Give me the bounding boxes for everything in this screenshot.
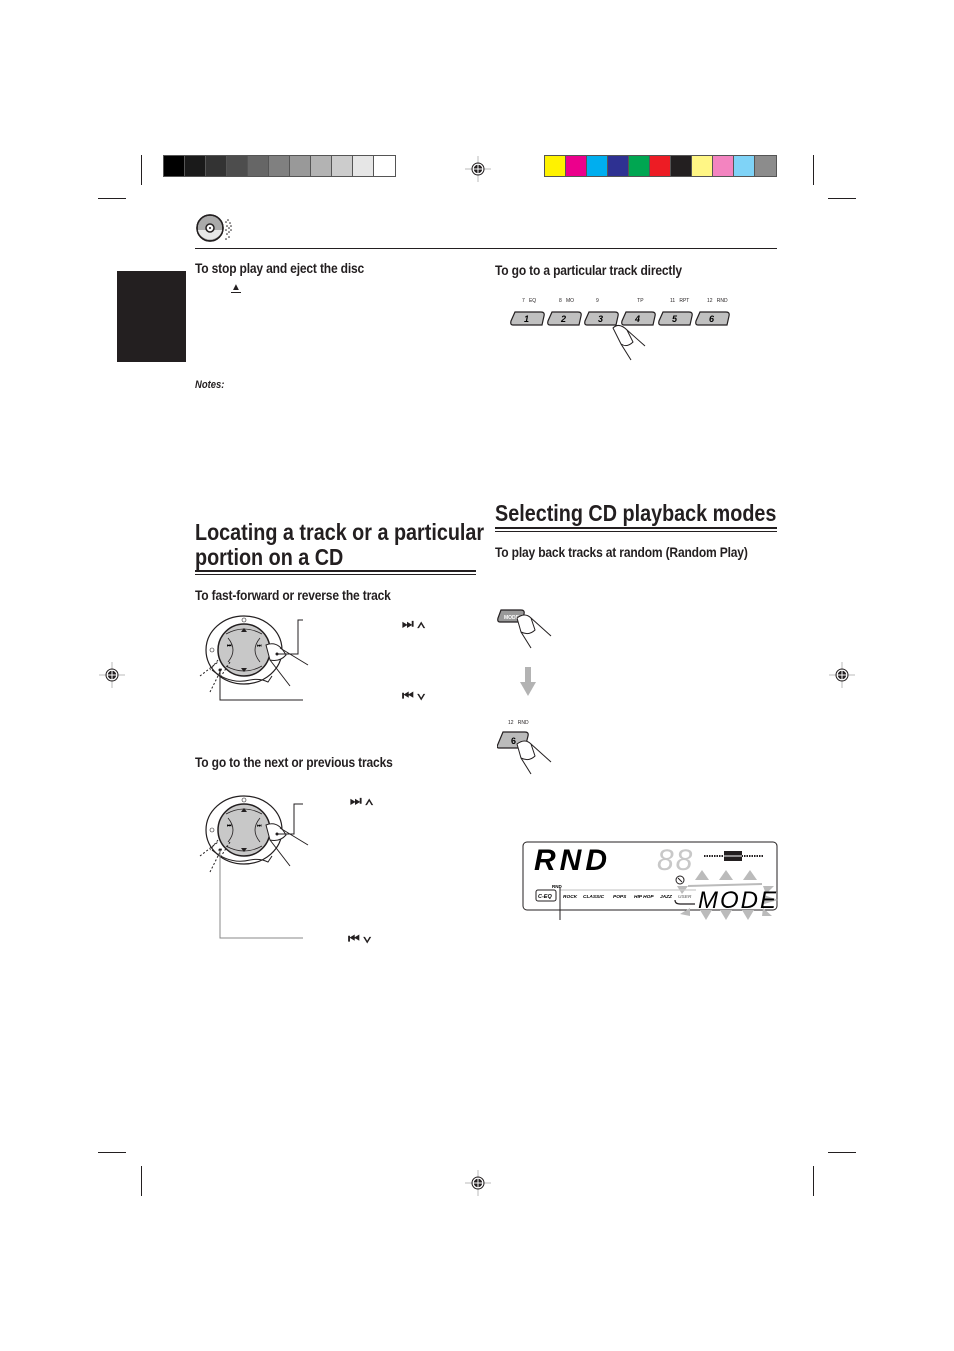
registration-mark-icon bbox=[465, 1170, 491, 1196]
rnd-button-top-label: 12 RND bbox=[508, 720, 529, 726]
grayscale-swatch bbox=[248, 156, 269, 176]
grayscale-swatch bbox=[185, 156, 206, 176]
language-tab bbox=[117, 271, 186, 362]
process-color-swatch bbox=[650, 156, 671, 176]
preset-button-top-label: 8 MO bbox=[559, 298, 575, 304]
crop-mark bbox=[813, 155, 814, 185]
process-color-swatch bbox=[566, 156, 587, 176]
grayscale-swatch bbox=[353, 156, 374, 176]
eq-mode-classic: CLASSIC bbox=[583, 894, 605, 900]
direct-track-heading: To go to a particular track directly bbox=[495, 262, 682, 278]
process-color-swatch bbox=[629, 156, 650, 176]
process-color-swatch bbox=[587, 156, 608, 176]
eq-mode-jazz: JAZZ bbox=[660, 894, 673, 900]
eq-mode-user: USER bbox=[678, 894, 692, 900]
grayscale-swatch bbox=[164, 156, 185, 176]
preset-button-number: 2 bbox=[560, 314, 566, 324]
process-color-swatch bbox=[713, 156, 734, 176]
process-color-swatch bbox=[545, 156, 566, 176]
grayscale-swatch bbox=[290, 156, 311, 176]
ceq-label: C-EQ bbox=[538, 894, 552, 900]
eject-icon: ▲ bbox=[231, 282, 241, 293]
process-color-swatch bbox=[608, 156, 629, 176]
lcd-digits: 88 bbox=[657, 844, 694, 877]
preset-button-top-label: 7 EQ bbox=[522, 298, 537, 304]
down-arrow-icon bbox=[520, 667, 536, 696]
grayscale-swatch bbox=[206, 156, 227, 176]
forward-button-symbol: ⏭ ∧ bbox=[402, 616, 426, 631]
registration-mark-icon bbox=[99, 662, 125, 688]
control-dial-illustration: ⏮ ⏭ bbox=[199, 795, 309, 939]
eq-mode-rock: ROCK bbox=[563, 894, 578, 900]
notes-label: Notes: bbox=[195, 379, 225, 391]
process-color-bar bbox=[544, 155, 777, 177]
process-color-swatch bbox=[671, 156, 692, 176]
preset-button-top-label: TP bbox=[633, 298, 644, 304]
reverse-button-symbol: ⏮ ∨ bbox=[402, 688, 426, 703]
preset-button-top-label: 9 bbox=[596, 298, 603, 304]
preset-button-top-label: 12 RND bbox=[707, 298, 728, 304]
svg-text:⏮: ⏮ bbox=[227, 823, 232, 829]
preset-button-top-label: 11 RPT bbox=[670, 298, 690, 304]
crop-mark bbox=[141, 155, 142, 185]
registration-mark-icon bbox=[465, 156, 491, 182]
lcd-mode-text: MODE bbox=[698, 887, 778, 914]
svg-text:⏭: ⏭ bbox=[257, 823, 262, 829]
locating-title-line2: portion on a CD bbox=[195, 544, 344, 570]
control-dial-illustration: ⏮ ⏭ bbox=[199, 615, 309, 701]
crop-mark bbox=[828, 1152, 856, 1153]
svg-text:⏭: ⏭ bbox=[257, 643, 262, 649]
next-previous-heading: To go to the next or previous tracks bbox=[195, 754, 393, 770]
grayscale-swatch bbox=[227, 156, 248, 176]
preset-button-number: 1 bbox=[524, 314, 529, 324]
crop-mark bbox=[98, 198, 126, 199]
finger-press-illustration bbox=[612, 324, 646, 361]
locating-title-line1: Locating a track or a particular bbox=[195, 519, 485, 545]
lcd-display: RND 88 MODE RND C-EQ ROCK CLASSIC POPS H… bbox=[522, 841, 778, 920]
grayscale-swatch bbox=[332, 156, 353, 176]
process-color-swatch bbox=[755, 156, 776, 176]
grayscale-color-bar bbox=[163, 155, 396, 177]
eq-mode-hiphop: HIP HOP bbox=[634, 894, 654, 900]
rnd-indicator: RND bbox=[552, 884, 562, 889]
crop-mark bbox=[813, 1166, 814, 1196]
preset-button-number: 3 bbox=[598, 314, 603, 324]
registration-mark-icon bbox=[829, 662, 855, 688]
svg-text:⏮: ⏮ bbox=[227, 643, 232, 649]
fast-forward-heading: To fast-forward or reverse the track bbox=[195, 587, 391, 603]
random-play-heading: To play back tracks at random (Random Pl… bbox=[495, 544, 748, 560]
process-color-swatch bbox=[734, 156, 755, 176]
grayscale-swatch bbox=[269, 156, 290, 176]
playback-modes-title: Selecting CD playback modes bbox=[495, 500, 777, 526]
crop-mark bbox=[98, 1152, 126, 1153]
grayscale-swatch bbox=[374, 156, 395, 176]
crop-mark bbox=[828, 198, 856, 199]
stop-eject-heading: To stop play and eject the disc bbox=[195, 260, 365, 276]
header-rule bbox=[195, 248, 777, 249]
grayscale-swatch bbox=[311, 156, 332, 176]
next-track-button-symbol: ⏭ ∧ bbox=[350, 793, 374, 808]
preset-6-label: 6 bbox=[511, 736, 516, 746]
eq-mode-pops: POPS bbox=[613, 894, 627, 900]
previous-track-button-symbol: ⏮ ∨ bbox=[348, 931, 372, 946]
preset-6-button-press-illustration: 6 bbox=[497, 731, 552, 775]
locating-section-title: Locating a track or a particular portion… bbox=[195, 520, 531, 570]
mode-button-press-illustration: MODE bbox=[497, 609, 552, 649]
process-color-swatch bbox=[692, 156, 713, 176]
lcd-main-text: RND bbox=[534, 844, 611, 877]
playback-modes-title-rule bbox=[495, 527, 777, 532]
crop-mark bbox=[141, 1166, 142, 1196]
locating-title-rule bbox=[195, 570, 476, 575]
cd-disc-icon bbox=[196, 214, 232, 242]
